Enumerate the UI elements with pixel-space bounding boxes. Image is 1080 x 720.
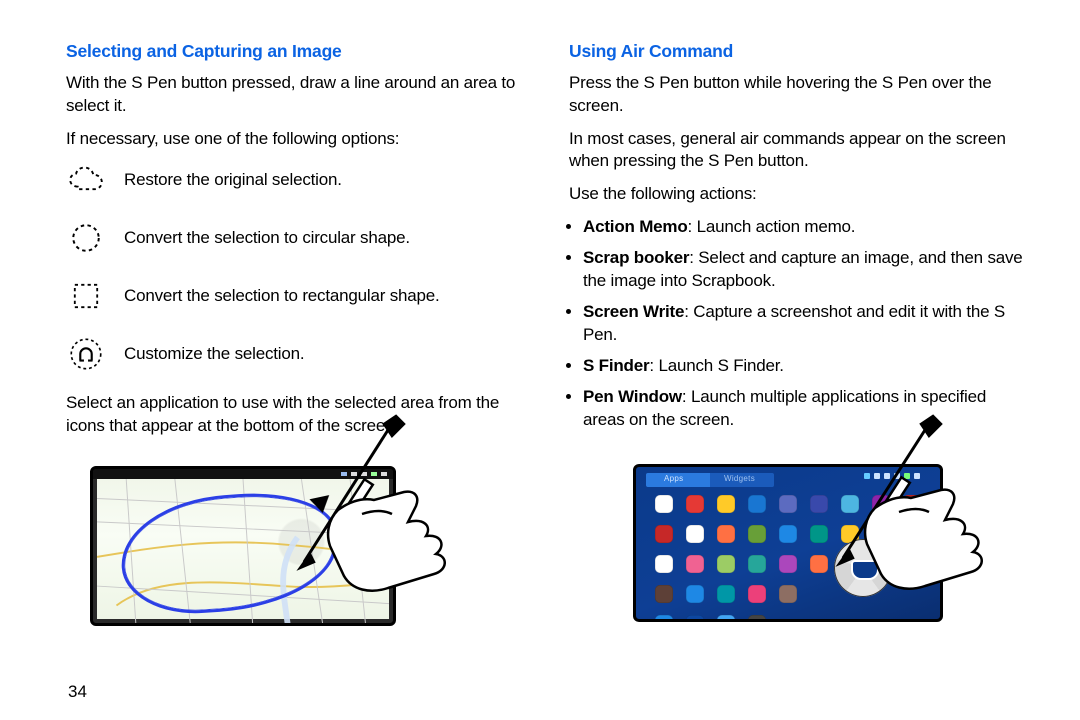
tablet-frame (90, 466, 396, 626)
action-item: Scrap booker: Select and capture an imag… (583, 247, 1028, 293)
app-icon (748, 615, 766, 622)
app-icon (655, 555, 673, 573)
app-icon (748, 525, 766, 543)
app-icon (686, 615, 704, 622)
app-icon (810, 525, 828, 543)
statusbar (93, 469, 393, 479)
actions-list: Action Memo: Launch action memo. Scrap b… (569, 216, 1028, 432)
left-column: Selecting and Capturing an Image With th… (66, 40, 525, 626)
app-icon (872, 495, 890, 513)
app-icon (903, 555, 921, 573)
right-actions-lead: Use the following actions: (569, 183, 1028, 206)
app-icon (872, 525, 890, 543)
action-item: Screen Write: Capture a screenshot and e… (583, 301, 1028, 347)
app-icon (779, 525, 797, 543)
cloud-dashed-icon (66, 160, 106, 200)
app-icon (779, 495, 797, 513)
option-rect: Convert the selection to rectangular sha… (66, 276, 525, 316)
app-icon (655, 615, 673, 622)
tablet-apps (633, 464, 943, 622)
app-icon (903, 525, 921, 543)
heading-air-command: Using Air Command (569, 40, 1028, 64)
air-command-wheel (834, 539, 892, 597)
circle-dashed-icon (66, 218, 106, 258)
option-label: Convert the selection to circular shape. (124, 227, 410, 250)
left-options-lead: If necessary, use one of the following o… (66, 128, 525, 151)
option-circle: Convert the selection to circular shape. (66, 218, 525, 258)
options-list: Restore the original selection. Convert … (66, 160, 525, 374)
app-icon (686, 525, 704, 543)
right-p2: In most cases, general air commands appe… (569, 128, 1028, 174)
app-icon (779, 555, 797, 573)
app-icon (748, 585, 766, 603)
magnet-dashed-icon (66, 334, 106, 374)
app-icon (686, 555, 704, 573)
right-column: Using Air Command Press the S Pen button… (569, 40, 1028, 626)
tabbar (646, 473, 774, 487)
page-number: 34 (68, 681, 87, 704)
app-icon (717, 525, 735, 543)
app-icon (748, 555, 766, 573)
status-icons (860, 473, 930, 483)
app-icon (686, 495, 704, 513)
app-icon (686, 585, 704, 603)
app-icon (717, 555, 735, 573)
option-custom: Customize the selection. (66, 334, 525, 374)
app-icon (903, 495, 921, 513)
app-icon (717, 495, 735, 513)
action-item: Action Memo: Launch action memo. (583, 216, 1028, 239)
right-p1: Press the S Pen button while hovering th… (569, 72, 1028, 118)
app-icon (841, 495, 859, 513)
action-item: S Finder: Launch S Finder. (583, 355, 1028, 378)
option-label: Convert the selection to rectangular sha… (124, 285, 440, 308)
heading-selecting: Selecting and Capturing an Image (66, 40, 525, 64)
option-label: Restore the original selection. (124, 169, 342, 192)
app-icon (810, 495, 828, 513)
app-icon (810, 555, 828, 573)
figure-air-command (633, 464, 943, 622)
rect-dashed-icon (66, 276, 106, 316)
action-item: Pen Window: Launch multiple applications… (583, 386, 1028, 432)
option-label: Customize the selection. (124, 343, 304, 366)
app-icon (717, 585, 735, 603)
left-intro: With the S Pen button pressed, draw a li… (66, 72, 525, 118)
option-restore: Restore the original selection. (66, 160, 525, 200)
app-icon (748, 495, 766, 513)
left-after-options: Select an application to use with the se… (66, 392, 525, 438)
app-icon (655, 525, 673, 543)
app-icon (655, 495, 673, 513)
figure-map-lasso (90, 466, 396, 626)
app-icon (717, 615, 735, 622)
app-icon (655, 585, 673, 603)
app-icon (779, 585, 797, 603)
